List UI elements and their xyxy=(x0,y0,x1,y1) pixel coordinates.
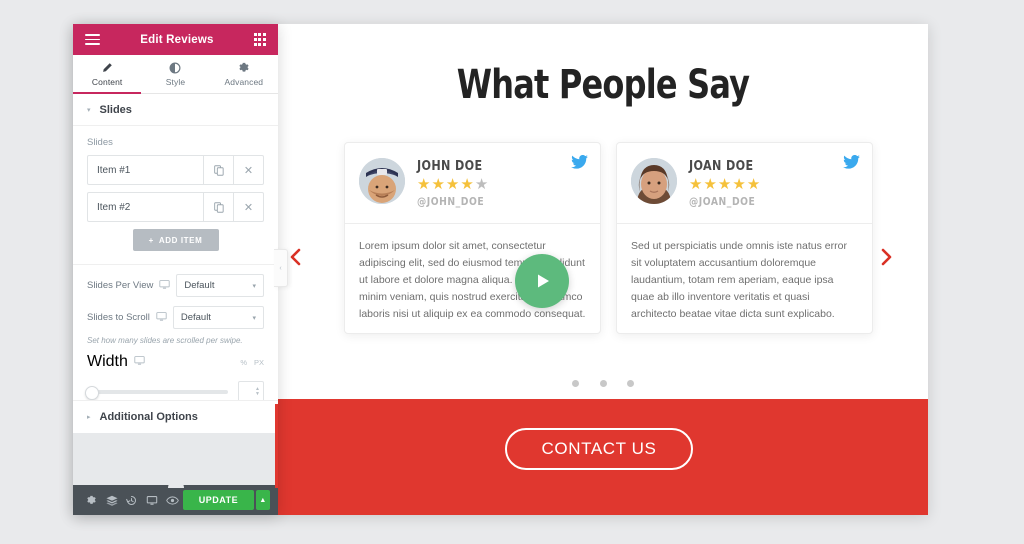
close-icon[interactable]: ✕ xyxy=(233,156,263,184)
width-control-header: Width % PX xyxy=(73,345,278,371)
navigator-layers-icon[interactable] xyxy=(101,495,121,506)
play-button[interactable] xyxy=(515,254,569,308)
panel-footer: UPDATE ▲ xyxy=(73,480,278,515)
width-slider-handle[interactable] xyxy=(85,385,99,400)
close-icon[interactable]: ✕ xyxy=(233,193,263,221)
unit-px[interactable]: PX xyxy=(254,358,264,367)
slider-pagination[interactable] xyxy=(278,374,928,392)
slides-per-view-value: Default xyxy=(184,280,215,291)
preview-eye-icon[interactable] xyxy=(162,495,182,506)
slides-to-scroll-hint: Set how many slides are scrolled per swi… xyxy=(87,336,243,345)
width-number-input[interactable]: ▲ ▼ xyxy=(238,381,264,401)
width-slider[interactable] xyxy=(85,385,228,400)
settings-gear-icon[interactable] xyxy=(81,495,101,506)
slides-to-scroll-value: Default xyxy=(180,312,211,323)
unit-percent[interactable]: % xyxy=(240,358,247,367)
update-button[interactable]: UPDATE xyxy=(182,490,255,510)
testimonial-identity: JOHN DOE ★★★★★ @JOHN_DOE xyxy=(417,159,586,208)
slides-to-scroll-label: Slides to Scroll xyxy=(87,312,150,323)
history-icon[interactable] xyxy=(122,495,142,506)
chevron-right-icon: ▸ xyxy=(87,414,91,422)
contrast-circle-icon xyxy=(170,62,181,73)
chevron-down-icon: ▾ xyxy=(87,106,91,114)
reviewer-name: JOHN DOE xyxy=(417,159,483,174)
stepper-icon[interactable]: ▲ ▼ xyxy=(255,386,260,397)
additional-options-header[interactable]: ▸ Additional Options xyxy=(73,400,278,433)
repeater-item[interactable]: Item #1 ✕ xyxy=(87,155,264,185)
reviewer-handle: @JOAN_DOE xyxy=(689,196,756,208)
twitter-bird-icon xyxy=(843,154,860,174)
elementor-editor-panel: Edit Reviews Content Style Advanced ▾ Sl… xyxy=(73,24,278,515)
section-slides-header[interactable]: ▾ Slides xyxy=(73,94,278,126)
testimonial-card[interactable]: JOAN DOE ★★★★★ @JOAN_DOE Sed ut perspici… xyxy=(616,142,873,334)
pagination-dot[interactable] xyxy=(572,380,580,387)
slider-next-arrow[interactable] xyxy=(874,245,898,269)
widgets-grid-icon[interactable] xyxy=(253,33,266,46)
gear-icon xyxy=(239,62,249,72)
reviewer-name: JOAN DOE xyxy=(689,159,754,174)
testimonial-identity: JOAN DOE ★★★★★ @JOAN_DOE xyxy=(689,159,858,208)
additional-options-title: Additional Options xyxy=(99,411,198,424)
testimonial-card[interactable]: JOHN DOE ★★★★★ @JOHN_DOE Lorem ipsum dol… xyxy=(344,142,601,334)
testimonial-slider: JOHN DOE ★★★★★ @JOHN_DOE Lorem ipsum dol… xyxy=(278,142,928,387)
avatar xyxy=(359,158,405,204)
duplicate-icon[interactable] xyxy=(203,156,233,184)
tab-content[interactable]: Content xyxy=(73,55,142,94)
slides-to-scroll-select[interactable]: Default ▾ xyxy=(172,306,264,329)
twitter-bird-icon xyxy=(571,154,588,174)
slides-repeater-control: Slides Item #1 ✕ Item #2 ✕ + ADD ITEM xyxy=(73,126,278,251)
repeater-item[interactable]: Item #2 ✕ xyxy=(87,192,264,222)
width-unit-switcher[interactable]: % PX xyxy=(240,358,264,367)
testimonial-header: JOAN DOE ★★★★★ @JOAN_DOE xyxy=(617,143,872,223)
testimonial-text: Sed ut perspiciatis unde omnis iste natu… xyxy=(617,223,872,333)
panel-empty-space xyxy=(73,433,278,485)
screen: What People Say JOHN DOE ★★★★★ @JOHN_DOE… xyxy=(0,0,1024,544)
section-slides-title: Slides xyxy=(99,103,132,116)
add-item-label: ADD ITEM xyxy=(158,235,203,245)
pencil-icon xyxy=(103,62,112,72)
testimonial-header: JOHN DOE ★★★★★ @JOHN_DOE xyxy=(345,143,600,223)
desktop-icon[interactable] xyxy=(156,309,167,327)
panel-header: Edit Reviews xyxy=(73,24,278,55)
page-title: What People Say xyxy=(456,62,750,108)
reviewer-handle: @JOHN_DOE xyxy=(417,196,485,208)
width-slider-row: ▲ ▼ xyxy=(73,371,278,401)
responsive-mode-icon[interactable] xyxy=(142,495,162,506)
slides-to-scroll-row: Slides to Scroll Default ▾ xyxy=(73,297,278,329)
desktop-icon[interactable] xyxy=(134,353,145,371)
tab-content-label: Content xyxy=(91,76,123,87)
tab-style[interactable]: Style xyxy=(141,55,209,93)
hamburger-menu-icon[interactable] xyxy=(85,31,100,48)
duplicate-icon[interactable] xyxy=(203,193,233,221)
pagination-dot[interactable] xyxy=(599,380,607,387)
tab-advanced[interactable]: Advanced xyxy=(210,55,278,93)
update-options-caret[interactable]: ▲ xyxy=(255,490,270,510)
pagination-dot[interactable] xyxy=(626,380,634,387)
add-item-button[interactable]: + ADD ITEM xyxy=(132,229,219,251)
slides-per-view-select[interactable]: Default ▾ xyxy=(176,274,264,297)
width-label: Width xyxy=(87,353,128,370)
panel-accent-edge xyxy=(275,404,278,488)
contact-us-button[interactable]: CONTACT US xyxy=(505,428,693,470)
panel-content: ▾ Slides Slides Item #1 ✕ Item #2 ✕ + AD… xyxy=(73,94,278,401)
repeater-item-title: Item #1 xyxy=(97,164,131,176)
chevron-down-icon: ▾ xyxy=(252,314,256,322)
panel-collapse-handle[interactable]: ‹ xyxy=(274,249,288,287)
slides-per-view-label: Slides Per View xyxy=(87,280,154,291)
panel-title: Edit Reviews xyxy=(140,33,214,46)
rating-stars: ★★★★★ xyxy=(689,176,762,193)
avatar xyxy=(631,158,677,204)
tab-style-label: Style xyxy=(165,76,186,87)
panel-tabs: Content Style Advanced xyxy=(73,55,278,94)
chevron-down-icon: ▾ xyxy=(252,282,256,290)
slides-per-view-row: Slides Per View Default ▾ xyxy=(73,265,278,297)
desktop-icon[interactable] xyxy=(159,277,171,295)
repeater-item-title: Item #2 xyxy=(97,201,131,213)
slides-repeater-label: Slides xyxy=(87,137,113,148)
rating-stars: ★★★★★ xyxy=(417,176,490,193)
plus-icon: + xyxy=(148,235,154,245)
footer-drag-nub[interactable] xyxy=(167,480,184,488)
tab-advanced-label: Advanced xyxy=(224,76,264,87)
